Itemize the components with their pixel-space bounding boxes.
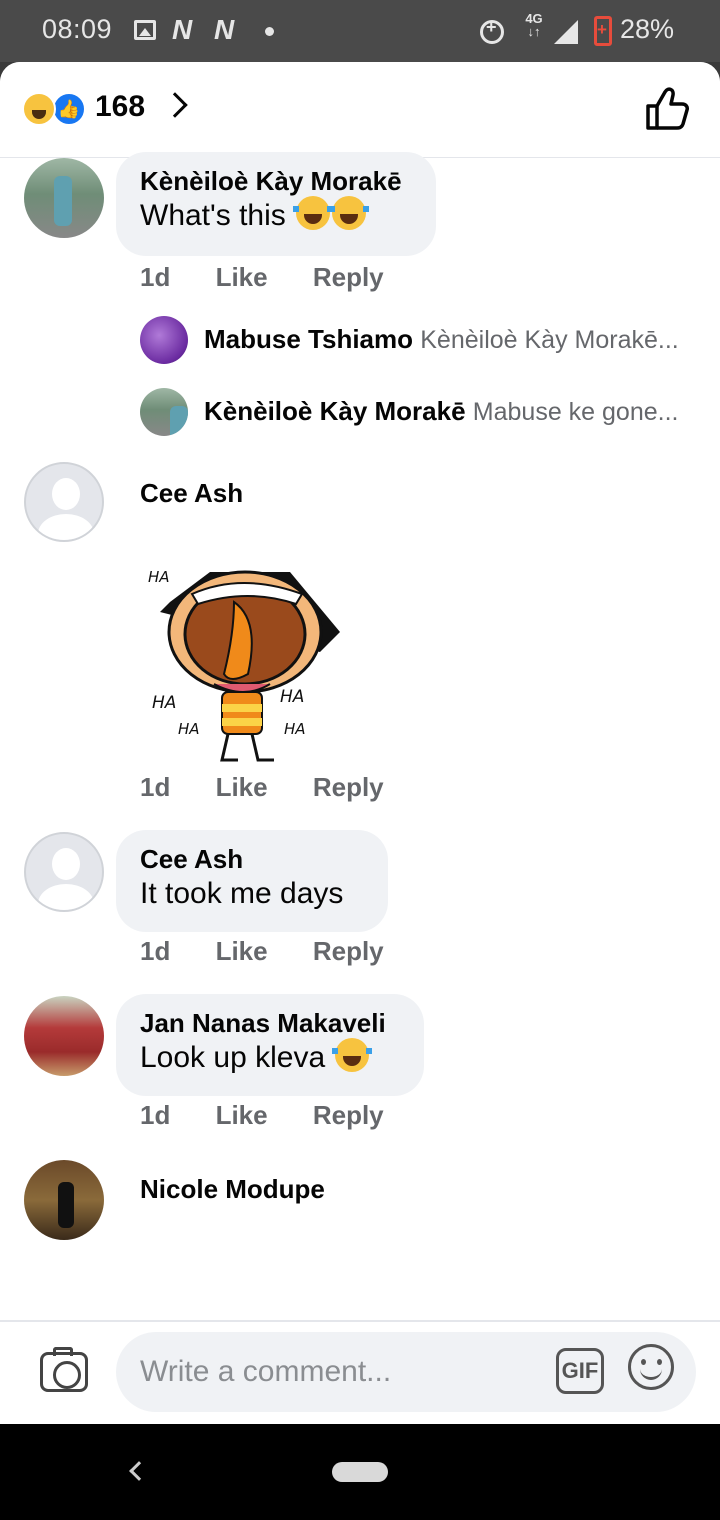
system-nav-bar [0,1424,720,1520]
reply-link[interactable]: Reply [313,1100,384,1131]
comment-text: It took me days [140,877,344,910]
avatar[interactable] [24,1160,104,1240]
avatar[interactable] [140,388,188,436]
chevron-right-icon[interactable] [162,92,188,118]
avatar[interactable] [140,316,188,364]
comment-actions: 1d Like Reply [140,772,384,803]
battery-percent: 28% [620,14,675,44]
comment-text: Look up kleva [140,1038,400,1078]
comment-bubble[interactable]: Cee Ash It took me days [116,830,388,932]
comment-input[interactable] [116,1332,696,1412]
comment-time: 1d [140,772,171,802]
back-icon[interactable] [129,1461,149,1481]
reaction-count[interactable]: 168 [95,90,145,124]
n-icon: N [172,14,193,45]
avatar[interactable] [24,158,104,238]
sticker-text: HA [284,720,306,738]
like-link[interactable]: Like [216,1100,268,1131]
comment-author[interactable]: Kènèiloè Kày Morakē [140,166,412,196]
reply-thread-item[interactable]: Kènèiloè Kày Morakē Mabuse ke gone... [140,388,700,436]
reply-link[interactable]: Reply [313,262,384,293]
tears-of-joy-icon [329,196,370,230]
sticker-text: HA [152,693,176,713]
reactions-header[interactable]: 👍 168 [0,62,720,158]
laughing-ha-ha-sticker[interactable]: HA HA HA HA HA [140,542,350,764]
home-pill-icon[interactable] [332,1462,388,1482]
comment-author[interactable]: Jan Nanas Makaveli [140,1008,400,1038]
signal-icon [554,20,578,44]
comment-bubble[interactable]: Jan Nanas Makaveli Look up kleva [116,994,424,1096]
like-link[interactable]: Like [216,262,268,293]
status-bar: 08:09 N N 4G↓↑ 28% [0,0,720,62]
gif-button[interactable]: GIF [556,1348,604,1394]
comment-actions: 1d Like Reply [140,936,384,967]
sticker-text: HA [280,687,304,707]
comment-composer: GIF [0,1320,720,1424]
comment-bubble[interactable]: Kènèiloè Kày Morakē What's this [116,152,436,256]
comment-text: What's this [140,196,412,236]
reply-link[interactable]: Reply [313,936,384,967]
comments-sheet: 👍 168 Kènèiloè Kày Morakē What's this 1d… [0,62,720,1424]
like-post-button[interactable] [640,82,694,136]
dot-icon [265,27,274,36]
reply-thread-item[interactable]: Mabuse Tshiamo Kènèiloè Kày Morakē... [140,316,700,364]
rotate-icon [480,17,504,44]
rolling-laughing-icon [332,1038,373,1072]
haha-reaction-icon [22,92,56,126]
comment-actions: 1d Like Reply [140,1100,384,1131]
sticker-text: HA [178,720,200,738]
avatar[interactable] [24,996,104,1076]
reply-link[interactable]: Reply [313,772,384,803]
like-link[interactable]: Like [216,936,268,967]
reply-preview[interactable]: Mabuse Tshiamo Kènèiloè Kày Morakē... [204,324,679,355]
comment-time: 1d [140,1100,171,1130]
comment-author[interactable]: Cee Ash [140,844,364,874]
avatar[interactable] [24,462,104,542]
clock: 08:09 [42,14,113,44]
battery-icon [594,16,612,46]
tears-of-joy-icon [293,196,334,230]
like-reaction-icon: 👍 [52,92,86,126]
network-label: 4G ↓↑ [525,11,543,39]
camera-icon[interactable] [40,1347,88,1392]
n-icon: N [214,14,235,45]
emoji-icon[interactable] [628,1344,674,1390]
comment-author[interactable]: Cee Ash [140,478,243,509]
comment-time: 1d [140,262,171,292]
comment-actions: 1d Like Reply [140,262,384,293]
reply-preview[interactable]: Kènèiloè Kày Morakē Mabuse ke gone... [204,396,679,427]
like-link[interactable]: Like [216,772,268,803]
gallery-icon [134,20,156,40]
sticker-text: HA [148,568,170,586]
avatar[interactable] [24,832,104,912]
comment-author[interactable]: Nicole Modupe [140,1174,325,1205]
comment-time: 1d [140,936,171,966]
